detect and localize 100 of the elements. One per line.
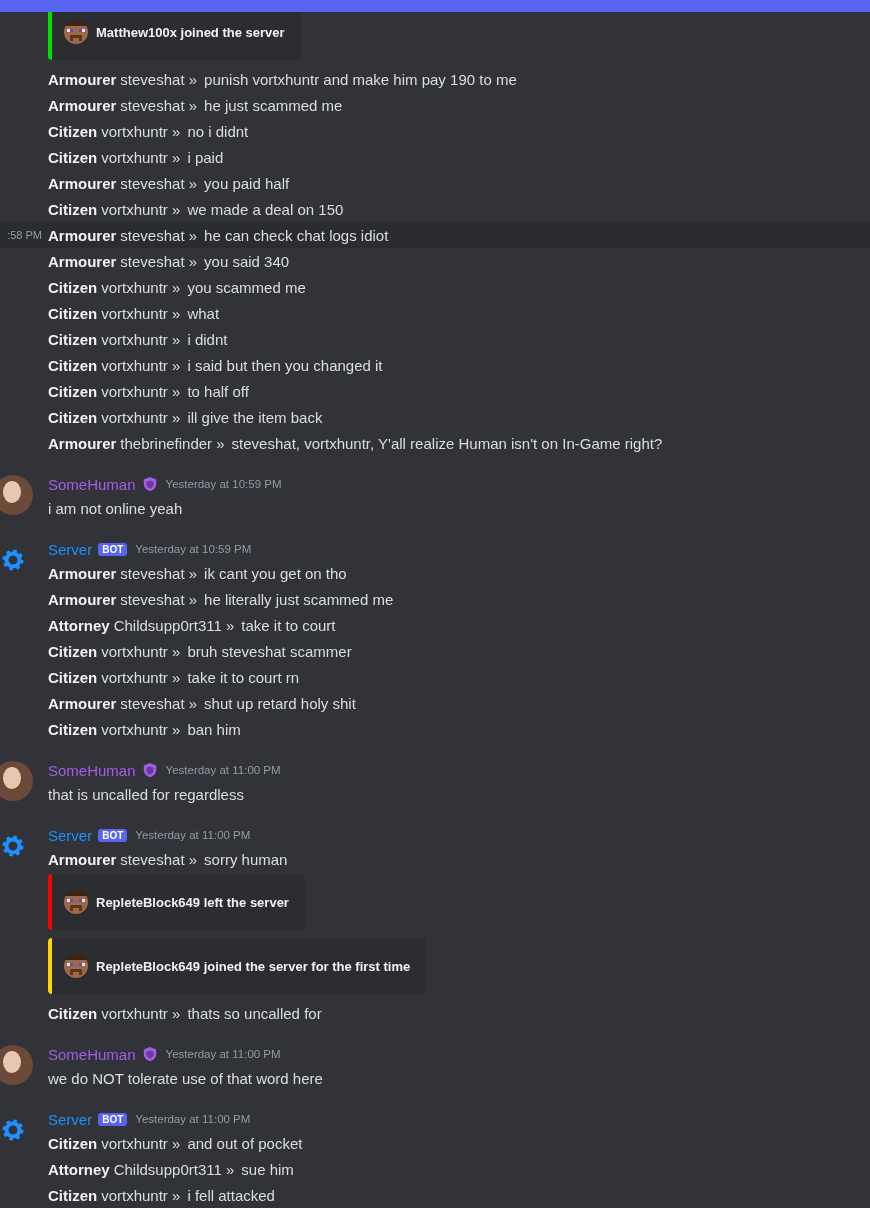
message-text: ban him [187,720,241,738]
message-text: thats so uncalled for [187,1004,322,1022]
message-text: punish vortxhuntr and make him pay 190 to me [204,70,517,88]
bot-badge: BOT [98,542,128,556]
message-text: bruh steveshat scammer [187,642,352,660]
message-text: sorry human [204,850,288,868]
player-name: steveshat » [120,96,198,114]
message-text: take it to court [241,616,336,634]
embed-text: Matthew100x joined the server [96,24,285,40]
author-name[interactable]: SomeHuman [48,475,136,493]
player-name: vortxhuntr » [101,304,181,322]
player-name: steveshat » [120,252,198,270]
player-name: vortxhuntr » [101,720,181,738]
rank-label: Citizen [48,408,98,426]
player-name: vortxhuntr » [101,278,181,296]
player-name: steveshat » [120,694,198,712]
player-name: vortxhuntr » [101,148,181,166]
player-head-icon [64,20,88,44]
gear-icon[interactable] [1,834,25,858]
message-text: he can check chat logs idiot [204,226,389,244]
timestamp: Yesterday at 10:59 PM [165,478,282,490]
message-text: sue him [241,1160,294,1178]
rank-label: Armourer [48,252,117,270]
player-name: vortxhuntr » [101,122,181,140]
player-name: steveshat » [120,174,198,192]
rank-label: Citizen [48,382,98,400]
message-text: ik cant you get on tho [204,564,347,582]
rank-label: Armourer [48,694,117,712]
avatar[interactable] [0,475,33,515]
player-name: steveshat » [120,226,198,244]
author-name[interactable]: Server [48,1110,93,1128]
player-name: vortxhuntr » [101,1186,181,1204]
shield-icon [141,762,158,778]
bot-badge: BOT [98,1112,128,1126]
rank-label: Citizen [48,278,98,296]
message-text: i didnt [187,330,228,348]
rank-label: Citizen [48,1134,98,1152]
author-name[interactable]: SomeHuman [48,761,136,779]
timestamp: :58 PM [7,229,42,241]
rank-label: Armourer [48,590,117,608]
message-text: that is uncalled for regardless [48,785,244,803]
rank-label: Citizen [48,1004,98,1022]
timestamp: Yesterday at 10:59 PM [135,543,252,555]
player-name: vortxhuntr » [101,200,181,218]
player-name: vortxhuntr » [101,668,181,686]
shield-icon [141,476,158,492]
message-text: and out of pocket [187,1134,303,1152]
player-name: vortxhuntr » [101,408,181,426]
embed-text: RepleteBlock649 joined the server for the first time [96,958,411,974]
message-text: you paid half [204,174,290,192]
player-name: thebrinefinder » [120,434,225,452]
rank-label: Citizen [48,122,98,140]
rank-label: Armourer [48,70,117,88]
author-name[interactable]: Server [48,540,93,558]
message-text: i paid [187,148,224,166]
message-text: take it to court rn [187,668,300,686]
author-name[interactable]: SomeHuman [48,1045,136,1063]
player-name: steveshat » [120,70,198,88]
player-name: Childsupp0rt311 » [113,616,235,634]
shield-icon [141,1046,158,1062]
rank-label: Citizen [48,668,98,686]
rank-label: Armourer [48,564,117,582]
rank-label: Citizen [48,356,98,374]
message-text: he just scammed me [204,96,343,114]
rank-label: Armourer [48,96,117,114]
rank-label: Attorney [48,1160,110,1178]
rank-label: Citizen [48,1186,98,1204]
bot-badge: BOT [98,828,128,842]
player-name: vortxhuntr » [101,1004,181,1022]
rank-label: Armourer [48,174,117,192]
player-name: vortxhuntr » [101,382,181,400]
avatar[interactable] [0,1045,33,1085]
gear-icon[interactable] [1,1118,25,1142]
message-text: we do NOT tolerate use of that word here [48,1069,323,1087]
player-head-icon [64,954,88,978]
player-head-icon [64,890,88,914]
player-name: steveshat » [120,590,198,608]
author-name[interactable]: Server [48,826,93,844]
message-text: no i didnt [187,122,249,140]
message-text: we made a deal on 150 [187,200,344,218]
player-name: steveshat » [120,850,198,868]
timestamp: Yesterday at 11:00 PM [165,1048,281,1060]
rank-label: Citizen [48,148,98,166]
player-name: steveshat » [120,564,198,582]
rank-label: Citizen [48,304,98,322]
message-text: i am not online yeah [48,499,183,517]
timestamp: Yesterday at 11:00 PM [135,829,251,841]
message-text: i fell attacked [187,1186,275,1204]
rank-label: Citizen [48,720,98,738]
rank-label: Armourer [48,434,117,452]
rank-label: Citizen [48,330,98,348]
avatar[interactable] [0,761,33,801]
timestamp: Yesterday at 11:00 PM [135,1113,251,1125]
rank-label: Citizen [48,200,98,218]
gear-icon[interactable] [1,548,25,572]
message-text: you scammed me [187,278,306,296]
message-text: to half off [187,382,249,400]
player-name: vortxhuntr » [101,642,181,660]
message-text: what [187,304,220,322]
timestamp: Yesterday at 11:00 PM [165,764,281,776]
